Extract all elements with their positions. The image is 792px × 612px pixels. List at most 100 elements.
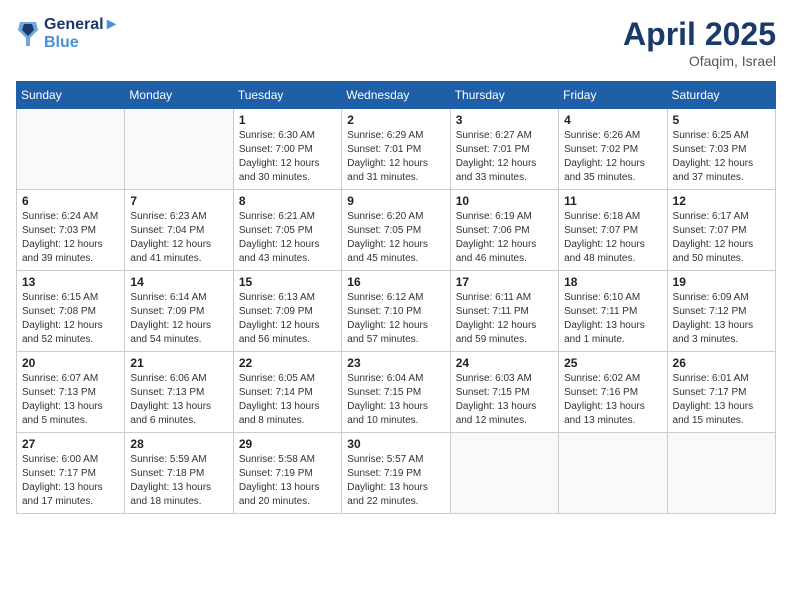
weekday-header-tuesday: Tuesday [233,82,341,109]
day-number: 17 [456,275,553,289]
calendar-cell: 1 Sunrise: 6:30 AM Sunset: 7:00 PM Daylig… [233,109,341,190]
calendar-cell: 30 Sunrise: 5:57 AM Sunset: 7:19 PM Dayli… [342,433,450,514]
weekday-header-monday: Monday [125,82,233,109]
day-number: 12 [673,194,770,208]
day-info: Sunrise: 5:58 AM Sunset: 7:19 PM Dayligh… [239,453,336,509]
day-number: 19 [673,275,770,289]
day-info: Sunrise: 6:25 AM Sunset: 7:03 PM Dayligh… [673,129,770,185]
day-number: 30 [347,437,444,451]
day-number: 13 [22,275,119,289]
calendar-cell: 8 Sunrise: 6:21 AM Sunset: 7:05 PM Daylig… [233,190,341,271]
day-info: Sunrise: 6:18 AM Sunset: 7:07 PM Dayligh… [564,210,661,266]
day-info: Sunrise: 6:21 AM Sunset: 7:05 PM Dayligh… [239,210,336,266]
day-info: Sunrise: 6:29 AM Sunset: 7:01 PM Dayligh… [347,129,444,185]
day-number: 24 [456,356,553,370]
day-info: Sunrise: 6:03 AM Sunset: 7:15 PM Dayligh… [456,372,553,428]
day-info: Sunrise: 6:14 AM Sunset: 7:09 PM Dayligh… [130,291,227,347]
weekday-header-thursday: Thursday [450,82,558,109]
day-number: 23 [347,356,444,370]
calendar-cell [17,109,125,190]
calendar-cell: 29 Sunrise: 5:58 AM Sunset: 7:19 PM Dayli… [233,433,341,514]
calendar-cell: 26 Sunrise: 6:01 AM Sunset: 7:17 PM Dayli… [667,352,775,433]
day-info: Sunrise: 6:02 AM Sunset: 7:16 PM Dayligh… [564,372,661,428]
day-info: Sunrise: 6:00 AM Sunset: 7:17 PM Dayligh… [22,453,119,509]
day-number: 27 [22,437,119,451]
day-info: Sunrise: 6:09 AM Sunset: 7:12 PM Dayligh… [673,291,770,347]
day-number: 2 [347,113,444,127]
logo: General► Blue [16,16,119,52]
day-number: 1 [239,113,336,127]
calendar-cell: 18Sunrise: 6:10 AM Sunset: 7:11 PM Dayli… [559,271,667,352]
calendar-cell: 7 Sunrise: 6:23 AM Sunset: 7:04 PM Daylig… [125,190,233,271]
day-info: Sunrise: 6:13 AM Sunset: 7:09 PM Dayligh… [239,291,336,347]
day-info: Sunrise: 6:12 AM Sunset: 7:10 PM Dayligh… [347,291,444,347]
day-info: Sunrise: 6:26 AM Sunset: 7:02 PM Dayligh… [564,129,661,185]
calendar-week-row: 1 Sunrise: 6:30 AM Sunset: 7:00 PM Daylig… [17,109,776,190]
day-info: Sunrise: 5:57 AM Sunset: 7:19 PM Dayligh… [347,453,444,509]
weekday-header-saturday: Saturday [667,82,775,109]
calendar-cell: 9 Sunrise: 6:20 AM Sunset: 7:05 PM Daylig… [342,190,450,271]
calendar-cell: 25 Sunrise: 6:02 AM Sunset: 7:16 PM Dayli… [559,352,667,433]
day-info: Sunrise: 6:24 AM Sunset: 7:03 PM Dayligh… [22,210,119,266]
day-info: Sunrise: 6:19 AM Sunset: 7:06 PM Dayligh… [456,210,553,266]
day-number: 15 [239,275,336,289]
calendar-cell [125,109,233,190]
day-info: Sunrise: 6:01 AM Sunset: 7:17 PM Dayligh… [673,372,770,428]
calendar-week-row: 13 Sunrise: 6:15 AM Sunset: 7:08 PM Dayli… [17,271,776,352]
calendar-cell: 22Sunrise: 6:05 AM Sunset: 7:14 PM Dayli… [233,352,341,433]
location-subtitle: Ofaqim, Israel [623,53,776,69]
day-number: 18 [564,275,661,289]
day-info: Sunrise: 6:23 AM Sunset: 7:04 PM Dayligh… [130,210,227,266]
calendar-cell: 4 Sunrise: 6:26 AM Sunset: 7:02 PM Daylig… [559,109,667,190]
day-info: Sunrise: 6:20 AM Sunset: 7:05 PM Dayligh… [347,210,444,266]
day-number: 16 [347,275,444,289]
calendar-cell: 17 Sunrise: 6:11 AM Sunset: 7:11 PM Dayli… [450,271,558,352]
calendar-cell: 24 Sunrise: 6:03 AM Sunset: 7:15 PM Dayli… [450,352,558,433]
calendar-cell: 20Sunrise: 6:07 AM Sunset: 7:13 PM Dayli… [17,352,125,433]
calendar-week-row: 6Sunrise: 6:24 AM Sunset: 7:03 PM Daylig… [17,190,776,271]
day-info: Sunrise: 6:11 AM Sunset: 7:11 PM Dayligh… [456,291,553,347]
day-number: 8 [239,194,336,208]
day-number: 21 [130,356,227,370]
day-number: 14 [130,275,227,289]
day-number: 28 [130,437,227,451]
calendar-cell: 16 Sunrise: 6:12 AM Sunset: 7:10 PM Dayli… [342,271,450,352]
calendar-cell: 10Sunrise: 6:19 AM Sunset: 7:06 PM Dayli… [450,190,558,271]
day-number: 5 [673,113,770,127]
calendar-cell: 6Sunrise: 6:24 AM Sunset: 7:03 PM Daylig… [17,190,125,271]
day-number: 7 [130,194,227,208]
day-number: 4 [564,113,661,127]
day-info: Sunrise: 6:27 AM Sunset: 7:01 PM Dayligh… [456,129,553,185]
day-number: 25 [564,356,661,370]
weekday-header-row: SundayMondayTuesdayWednesdayThursdayFrid… [17,82,776,109]
logo-text: General► Blue [44,16,119,52]
calendar-cell: 19 Sunrise: 6:09 AM Sunset: 7:12 PM Dayli… [667,271,775,352]
day-number: 26 [673,356,770,370]
day-info: Sunrise: 6:06 AM Sunset: 7:13 PM Dayligh… [130,372,227,428]
calendar-cell: 27 Sunrise: 6:00 AM Sunset: 7:17 PM Dayli… [17,433,125,514]
calendar-cell: 12Sunrise: 6:17 AM Sunset: 7:07 PM Dayli… [667,190,775,271]
calendar-cell: 3 Sunrise: 6:27 AM Sunset: 7:01 PM Daylig… [450,109,558,190]
day-number: 20 [22,356,119,370]
day-number: 22 [239,356,336,370]
calendar-cell: 23 Sunrise: 6:04 AM Sunset: 7:15 PM Dayli… [342,352,450,433]
day-info: Sunrise: 6:30 AM Sunset: 7:00 PM Dayligh… [239,129,336,185]
calendar-cell: 14 Sunrise: 6:14 AM Sunset: 7:09 PM Dayli… [125,271,233,352]
day-info: Sunrise: 6:15 AM Sunset: 7:08 PM Dayligh… [22,291,119,347]
day-number: 9 [347,194,444,208]
weekday-header-sunday: Sunday [17,82,125,109]
calendar-cell [559,433,667,514]
day-number: 11 [564,194,661,208]
page-header: General► Blue April 2025 Ofaqim, Israel [16,16,776,69]
day-number: 29 [239,437,336,451]
day-info: Sunrise: 6:04 AM Sunset: 7:15 PM Dayligh… [347,372,444,428]
calendar-cell: 28Sunrise: 5:59 AM Sunset: 7:18 PM Dayli… [125,433,233,514]
day-number: 3 [456,113,553,127]
calendar-week-row: 27 Sunrise: 6:00 AM Sunset: 7:17 PM Dayli… [17,433,776,514]
month-year-title: April 2025 [623,16,776,53]
calendar-cell: 21 Sunrise: 6:06 AM Sunset: 7:13 PM Dayli… [125,352,233,433]
calendar-table: SundayMondayTuesdayWednesdayThursdayFrid… [16,81,776,514]
calendar-week-row: 20Sunrise: 6:07 AM Sunset: 7:13 PM Dayli… [17,352,776,433]
calendar-cell [450,433,558,514]
calendar-cell: 13 Sunrise: 6:15 AM Sunset: 7:08 PM Dayli… [17,271,125,352]
